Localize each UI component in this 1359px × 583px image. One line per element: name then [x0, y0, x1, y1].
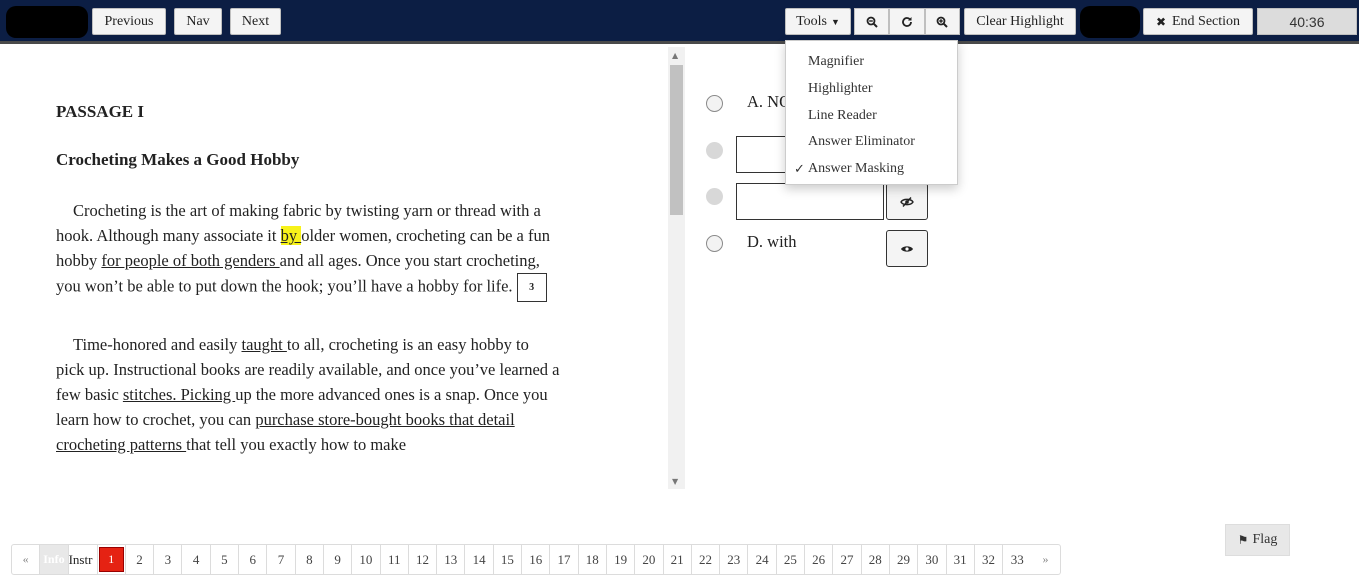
underlined-phrase[interactable]: for people of both genders	[101, 251, 279, 270]
mask-answer-d-button[interactable]	[886, 230, 928, 267]
flag-icon: ⚑	[1237, 533, 1249, 547]
pager-page[interactable]: 7	[267, 545, 296, 574]
refresh-icon	[902, 16, 912, 27]
pager-page[interactable]: 8	[296, 545, 324, 574]
eye-icon	[901, 245, 913, 252]
tools-label: Tools	[796, 13, 827, 29]
pager-page[interactable]: 14	[465, 545, 494, 574]
zoom-in-icon	[936, 16, 949, 28]
underlined-phrase[interactable]: taught	[242, 335, 287, 354]
menu-item-line-reader[interactable]: Line Reader	[786, 102, 957, 129]
previous-button[interactable]: Previous	[92, 8, 166, 35]
end-section-button[interactable]: ✖ End Section	[1143, 8, 1253, 35]
p2-text-4: that tell you exactly how to make	[186, 435, 407, 454]
pager-page[interactable]: 16	[522, 545, 551, 574]
menu-item-magnifier[interactable]: Magnifier	[786, 49, 957, 76]
end-section-label: End Section	[1172, 13, 1241, 29]
caret-down-icon: ▼	[831, 16, 840, 27]
pager-prev[interactable]: «	[12, 545, 41, 574]
pager-page[interactable]: 30	[918, 545, 947, 574]
flag-label: Flag	[1252, 532, 1278, 547]
menu-item-highlighter[interactable]: Highlighter	[786, 76, 957, 103]
pager-page[interactable]: 13	[437, 545, 466, 574]
next-button[interactable]: Next	[230, 8, 281, 35]
menu-item-answer-masking[interactable]: ✓ Answer Masking	[786, 156, 957, 183]
pager-page[interactable]: 21	[664, 545, 692, 574]
pager-page[interactable]: 4	[182, 545, 211, 574]
passage-pane: PASSAGE I Crocheting Makes a Good Hobby …	[0, 47, 668, 489]
nav-button[interactable]: Nav	[174, 8, 222, 35]
pager-page[interactable]: 18	[579, 545, 607, 574]
zoom-out-button[interactable]	[854, 8, 890, 35]
redacted-info	[1080, 6, 1140, 38]
passage-title: Crocheting Makes a Good Hobby	[56, 150, 300, 169]
pager-page[interactable]: 29	[890, 545, 919, 574]
pager-page[interactable]: 19	[607, 545, 636, 574]
pager-page[interactable]: 12	[409, 545, 438, 574]
underlined-phrase[interactable]: stitches. Picking	[123, 385, 235, 404]
question-number-box[interactable]: 3	[516, 273, 547, 302]
scroll-up-icon[interactable]: ▲	[672, 51, 678, 60]
pager-instructions[interactable]: Instr	[69, 545, 98, 574]
pager-page[interactable]: 17	[550, 545, 579, 574]
tools-button[interactable]: Tools ▼	[785, 8, 851, 35]
passage-scrollbar[interactable]: ▲ ▼	[668, 47, 685, 489]
zoom-out-icon	[866, 16, 878, 28]
check-icon: ✓	[794, 161, 805, 177]
flag-button[interactable]: ⚑ Flag	[1225, 524, 1290, 556]
question-pager: « Info Instr 1 2 3 4 5 6 7 8 9 10 11 12 13 14 15 16 17 1…	[11, 544, 1061, 575]
answer-b-radio[interactable]	[706, 142, 723, 159]
answer-d-radio[interactable]	[706, 235, 723, 252]
reset-zoom-button[interactable]	[889, 8, 925, 35]
redacted-logo	[6, 6, 88, 38]
pager-page[interactable]: 28	[862, 545, 890, 574]
passage-heading: PASSAGE I	[56, 102, 145, 121]
pager-page[interactable]: 27	[833, 545, 862, 574]
scroll-down-icon[interactable]: ▼	[672, 477, 678, 486]
pager-page[interactable]: 24	[748, 545, 777, 574]
pager-page[interactable]: 6	[239, 545, 268, 574]
clear-highlight-button[interactable]: Clear Highlight	[964, 8, 1076, 35]
pager-info[interactable]: Info	[40, 545, 69, 574]
menu-item-answer-masking-label: Answer Masking	[808, 161, 905, 177]
pager-next[interactable]: »	[1031, 545, 1059, 574]
pager-page[interactable]: 33	[1003, 545, 1031, 574]
pager-page[interactable]: 26	[805, 545, 834, 574]
menu-item-answer-eliminator[interactable]: Answer Eliminator	[786, 129, 957, 156]
answer-a-radio[interactable]	[706, 95, 723, 112]
pager-page[interactable]: 11	[381, 545, 409, 574]
pager-page[interactable]: 10	[352, 545, 381, 574]
current-page-number: 1	[98, 547, 124, 572]
pager-page[interactable]: 22	[692, 545, 721, 574]
paragraph-2: Time-honored and easily taught to all, c…	[56, 332, 560, 457]
pager-page[interactable]: 25	[777, 545, 806, 574]
pager-current-page[interactable]: 1	[98, 545, 126, 574]
close-icon: ✖	[1155, 14, 1166, 29]
paragraph-1: Crocheting is the art of making fabric b…	[56, 198, 560, 302]
eye-slash-icon	[900, 196, 914, 207]
unmask-answer-c-button[interactable]	[886, 183, 928, 220]
scrollbar-thumb[interactable]	[670, 65, 683, 215]
highlighted-phrase[interactable]: by	[280, 226, 302, 245]
pager-page[interactable]: 31	[947, 545, 975, 574]
pager-page[interactable]: 15	[494, 545, 523, 574]
pager-page[interactable]: 20	[635, 545, 664, 574]
pager-page[interactable]: 2	[126, 545, 155, 574]
zoom-in-button[interactable]	[924, 8, 960, 35]
pager-page[interactable]: 5	[211, 545, 240, 574]
answer-c-mask	[736, 183, 884, 220]
pager-page[interactable]: 32	[975, 545, 1004, 574]
timer: 40:36	[1257, 8, 1357, 35]
p2-text-1: Time-honored and easily	[73, 335, 242, 354]
top-toolbar: Previous Nav Next Tools ▼ Clear Highligh…	[0, 0, 1359, 44]
answer-c-radio[interactable]	[706, 188, 723, 205]
zoom-controls	[854, 8, 960, 35]
answer-d-label[interactable]: D. with	[747, 232, 797, 252]
pager-page[interactable]: 9	[324, 545, 353, 574]
pager-page[interactable]: 23	[720, 545, 749, 574]
pager-page[interactable]: 3	[154, 545, 183, 574]
tools-menu: Magnifier Highlighter Line Reader Answer…	[785, 40, 958, 185]
